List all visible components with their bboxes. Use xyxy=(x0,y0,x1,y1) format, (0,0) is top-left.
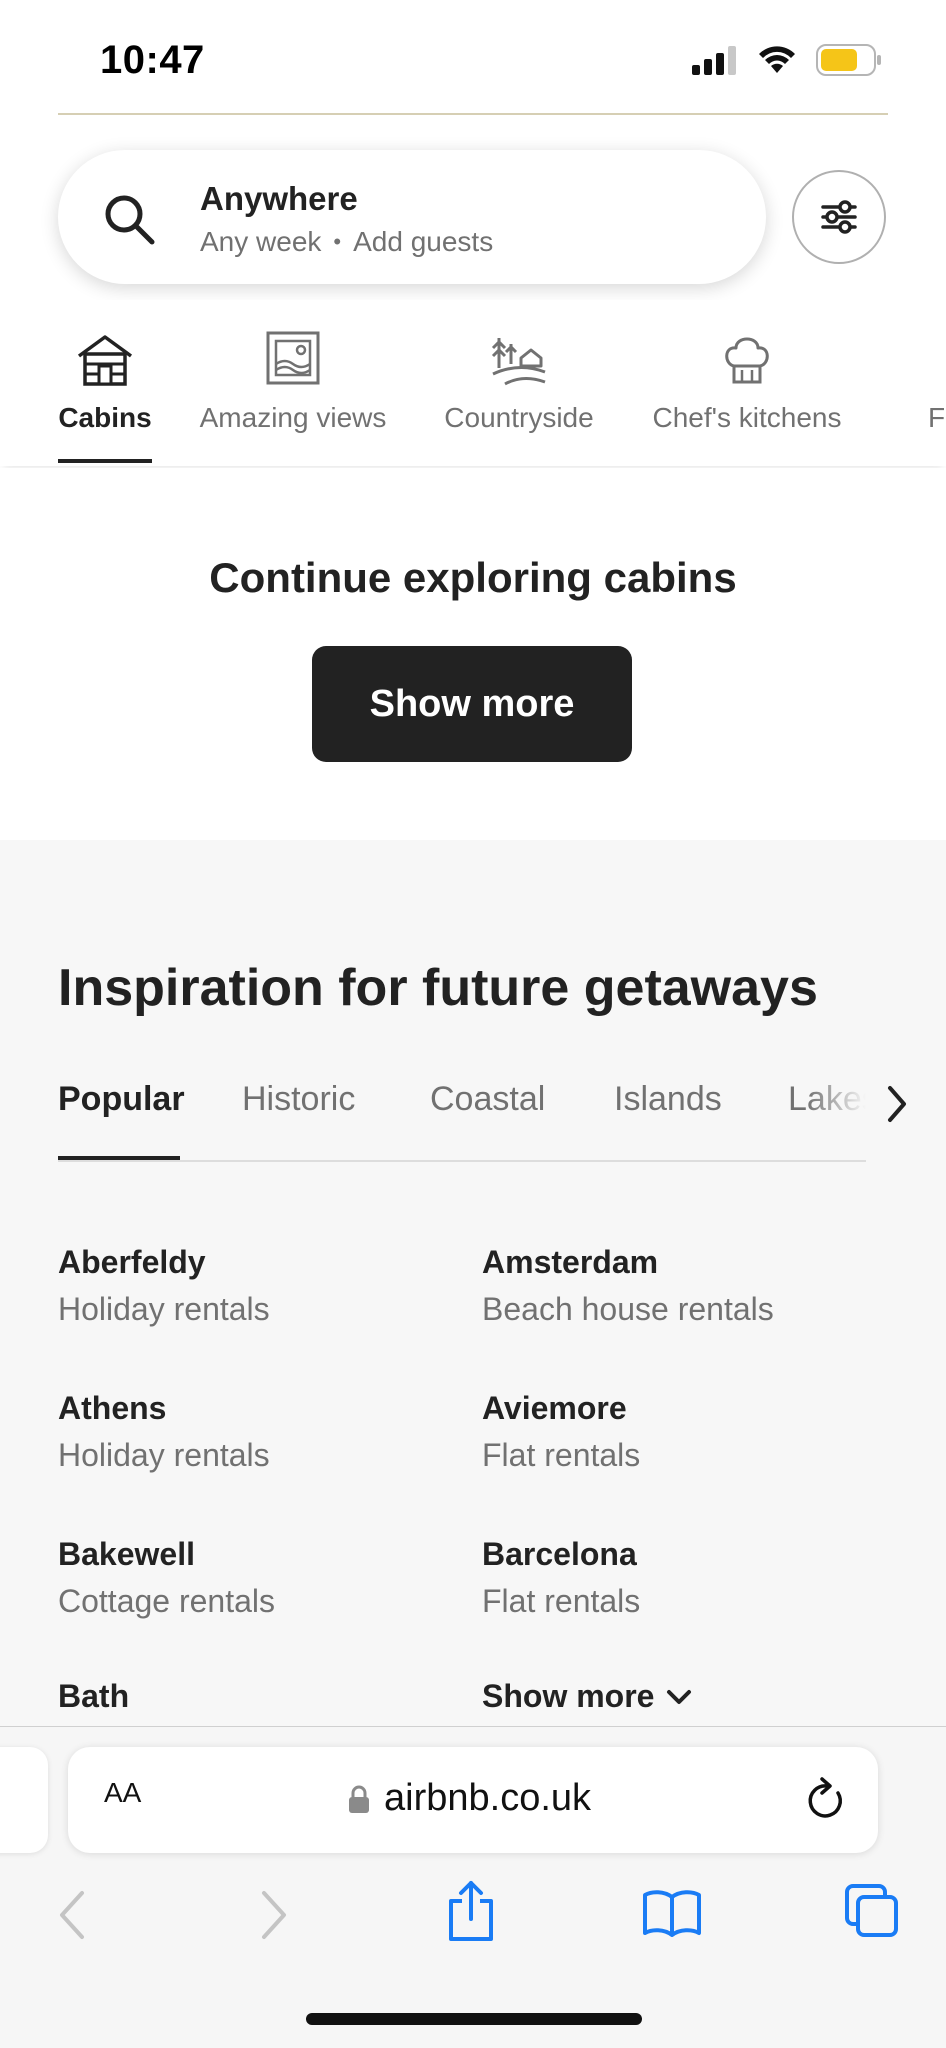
show-more-destinations[interactable]: Show more xyxy=(482,1678,692,1715)
inspiration-tabs: Popular Historic Coastal Islands Lakes xyxy=(58,1080,866,1130)
destination-name: Aberfeldy xyxy=(58,1244,206,1280)
filters-button[interactable] xyxy=(792,170,886,264)
continue-title: Continue exploring cabins xyxy=(209,554,737,601)
search-bar[interactable]: Anywhere Any week • Add guests xyxy=(58,150,766,284)
filter-sliders-icon xyxy=(821,200,857,234)
destination-type: Holiday rentals xyxy=(58,1437,270,1473)
destination-item[interactable]: Bakewell Cottage rentals xyxy=(58,1536,275,1620)
search-guests: Add guests xyxy=(353,226,494,257)
destination-item[interactable]: Bath xyxy=(58,1678,129,1715)
cabin-icon xyxy=(77,335,133,386)
forward-icon[interactable] xyxy=(260,1889,290,1941)
separator-dot: • xyxy=(333,229,342,254)
category-bar: Cabins Amazing views Countryside Chef's … xyxy=(0,300,946,466)
tab-fade xyxy=(806,1080,866,1130)
bookmarks-icon[interactable] xyxy=(642,1887,702,1937)
search-dates: Any week xyxy=(200,226,322,257)
destination-type: Holiday rentals xyxy=(58,1291,270,1327)
framed-view-icon xyxy=(266,331,320,385)
text-size-label: AA xyxy=(104,1777,142,1808)
share-icon[interactable] xyxy=(446,1879,496,1943)
status-bar: 10:47 xyxy=(0,0,946,114)
inspiration-title: Inspiration for future getaways xyxy=(58,959,818,1017)
search-location: Anywhere xyxy=(200,180,358,217)
tab-historic[interactable]: Historic xyxy=(242,1080,355,1119)
back-icon[interactable] xyxy=(56,1889,86,1941)
status-time: 10:47 xyxy=(100,38,205,82)
previous-tab-preview[interactable] xyxy=(0,1747,48,1853)
destination-item[interactable]: Aviemore Flat rentals xyxy=(482,1390,640,1474)
destination-type: Flat rentals xyxy=(482,1583,641,1619)
category-chefs-kitchens[interactable]: Chef's kitchens xyxy=(642,320,852,434)
reload-icon[interactable] xyxy=(802,1775,848,1825)
cellular-signal-icon xyxy=(692,46,736,75)
category-partial[interactable]: Fa xyxy=(928,320,946,434)
address-bar[interactable]: AA airbnb.co.uk xyxy=(68,1747,878,1853)
category-label: Chef's kitchens xyxy=(652,402,842,433)
browser-bottom-bar: AA airbnb.co.uk xyxy=(0,1726,946,2048)
category-label: Countryside xyxy=(444,402,594,433)
active-category-indicator xyxy=(58,459,152,463)
tab-islands[interactable]: Islands xyxy=(614,1080,722,1119)
show-more-button[interactable]: Show more xyxy=(312,646,632,762)
text-size-button[interactable]: AA xyxy=(104,1777,141,1809)
destination-item[interactable]: Athens Holiday rentals xyxy=(58,1390,270,1474)
destination-item[interactable]: Amsterdam Beach house rentals xyxy=(482,1244,774,1328)
url-text: airbnb.co.uk xyxy=(384,1777,592,1819)
destination-name: Bakewell xyxy=(58,1536,195,1572)
countryside-icon xyxy=(491,338,546,386)
category-amazing-views[interactable]: Amazing views xyxy=(192,320,394,434)
destination-name: Aviemore xyxy=(482,1390,627,1426)
category-countryside[interactable]: Countryside xyxy=(436,320,602,434)
destination-type: Cottage rentals xyxy=(58,1583,276,1619)
chevron-down-icon xyxy=(667,1689,692,1704)
chevron-right-icon[interactable] xyxy=(884,1084,910,1124)
status-icons xyxy=(692,44,882,76)
destination-name: Barcelona xyxy=(482,1536,637,1572)
tabs-overview-icon[interactable] xyxy=(844,1883,900,1939)
home-indicator xyxy=(306,2013,642,2025)
destination-item[interactable]: Aberfeldy Holiday rentals xyxy=(58,1244,270,1328)
lock-icon xyxy=(349,1785,369,1813)
url-display[interactable]: airbnb.co.uk xyxy=(348,1777,591,1820)
tabs-divider xyxy=(58,1160,866,1162)
destination-name: Amsterdam xyxy=(482,1244,659,1280)
category-label: Fa xyxy=(928,402,946,433)
destination-name: Athens xyxy=(58,1390,167,1426)
continue-exploring-section: Continue exploring cabins Show more xyxy=(0,468,946,840)
search-icon xyxy=(105,195,155,245)
destination-type: Beach house rentals xyxy=(482,1291,774,1327)
tab-popular[interactable]: Popular xyxy=(58,1080,185,1119)
category-label: Amazing views xyxy=(199,402,387,433)
wifi-icon xyxy=(759,46,795,73)
category-cabins[interactable]: Cabins xyxy=(58,320,152,434)
battery-icon xyxy=(816,44,881,76)
category-label: Cabins xyxy=(58,402,152,433)
active-tab-indicator xyxy=(58,1156,180,1160)
browser-toolbar xyxy=(0,1879,946,1959)
chef-hat-icon xyxy=(725,337,769,384)
tab-coastal[interactable]: Coastal xyxy=(430,1080,545,1119)
inspiration-section: Inspiration for future getaways Popular … xyxy=(0,840,946,1726)
search-details: Any week • Add guests xyxy=(200,226,493,258)
show-more-label: Show more xyxy=(482,1678,655,1714)
destination-type: Flat rentals xyxy=(482,1437,641,1473)
destination-name: Bath xyxy=(58,1678,130,1714)
top-divider xyxy=(58,113,888,115)
destination-item[interactable]: Barcelona Flat rentals xyxy=(482,1536,640,1620)
